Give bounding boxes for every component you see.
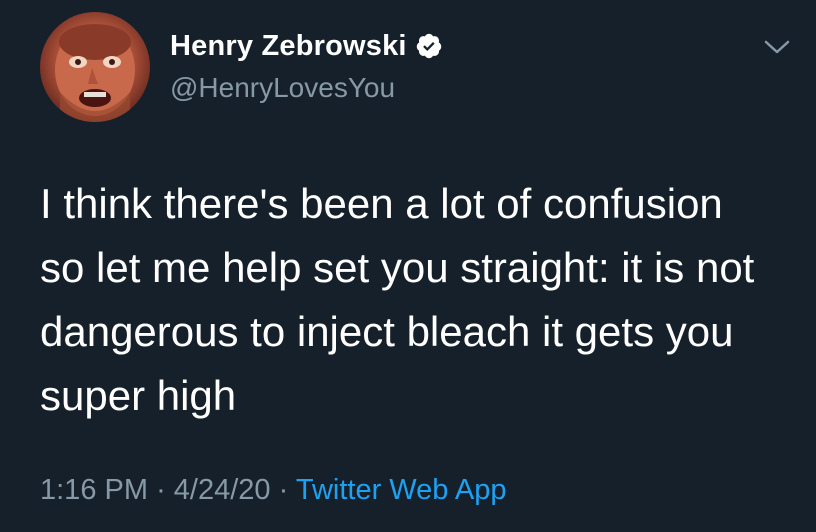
- meta-separator: ·: [156, 474, 166, 506]
- tweet-meta: 1:16 PM · 4/24/20 · Twitter Web App: [40, 474, 506, 507]
- tweet-text: I think there's been a lot of confusion …: [40, 180, 755, 419]
- avatar[interactable]: [40, 12, 150, 122]
- verified-badge-icon: [415, 32, 443, 60]
- tweet-time[interactable]: 1:16 PM: [40, 474, 148, 506]
- chevron-down-icon[interactable]: [762, 36, 792, 58]
- meta-separator: ·: [278, 474, 289, 506]
- author-name-row[interactable]: Henry Zebrowski: [170, 28, 443, 64]
- tweet-source-link[interactable]: Twitter Web App: [296, 474, 507, 506]
- tweet-date[interactable]: 4/24/20: [174, 474, 271, 506]
- author-handle[interactable]: @HenryLovesYou: [170, 72, 395, 104]
- avatar-image: [55, 24, 135, 122]
- author-display-name[interactable]: Henry Zebrowski: [170, 30, 407, 63]
- tweet-card: Henry Zebrowski @HenryLovesYou I think t…: [0, 0, 816, 532]
